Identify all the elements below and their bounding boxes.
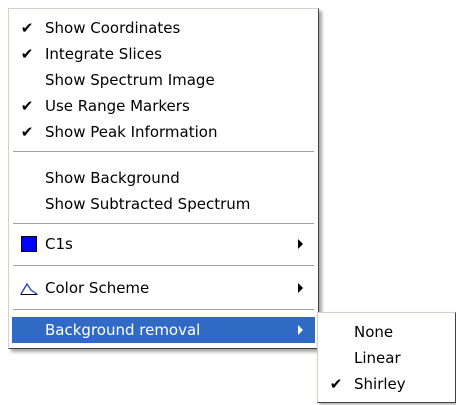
checkmark-icon: ✔ (20, 97, 34, 115)
menu-item-label: Show Coordinates (45, 19, 181, 37)
menu-item-label: Show Spectrum Image (45, 71, 215, 89)
submenu-item-label: Linear (354, 349, 401, 367)
menu-separator (13, 309, 314, 311)
submenu-item-label: Shirley (354, 375, 406, 393)
submenu-arrow-icon (298, 283, 303, 293)
submenu-arrow-icon (298, 239, 303, 249)
menu-item-color-scheme[interactable]: Color Scheme (12, 275, 315, 301)
menu-item-label: Show Background (45, 169, 180, 187)
checkmark-icon: ✔ (329, 375, 343, 393)
menu-item-label: Color Scheme (45, 279, 150, 297)
background-removal-submenu: None Linear ✔ Shirley (317, 312, 456, 403)
menu-item-use-range-markers[interactable]: ✔ Use Range Markers (12, 93, 315, 119)
menu-separator (13, 265, 314, 267)
context-menu: ✔ Show Coordinates ✔ Integrate Slices Sh… (8, 8, 319, 349)
color-swatch-icon (21, 236, 37, 252)
menu-item-label: Use Range Markers (45, 97, 190, 115)
menu-item-show-background[interactable]: Show Background (12, 165, 315, 191)
submenu-arrow-icon (298, 325, 303, 335)
submenu-item-label: None (354, 323, 394, 341)
menu-item-label: Background removal (45, 321, 201, 339)
menu-item-integrate-slices[interactable]: ✔ Integrate Slices (12, 41, 315, 67)
submenu-item-none[interactable]: None (321, 319, 452, 345)
menu-item-label: Integrate Slices (45, 45, 162, 63)
spectrum-peak-icon (20, 282, 38, 295)
menu-item-show-peak-information[interactable]: ✔ Show Peak Information (12, 119, 315, 145)
submenu-item-linear[interactable]: Linear (321, 345, 452, 371)
menu-item-label: Show Subtracted Spectrum (45, 195, 251, 213)
submenu-item-shirley[interactable]: ✔ Shirley (321, 371, 452, 397)
checkmark-icon: ✔ (20, 123, 34, 141)
menu-item-label: Show Peak Information (45, 123, 218, 141)
menu-item-show-subtracted-spectrum[interactable]: Show Subtracted Spectrum (12, 191, 315, 217)
menu-item-background-removal[interactable]: Background removal (12, 317, 315, 343)
checkmark-icon: ✔ (20, 19, 34, 37)
menu-item-c1s[interactable]: C1s (12, 231, 315, 257)
menu-item-label: C1s (45, 235, 73, 253)
menu-item-show-spectrum-image[interactable]: Show Spectrum Image (12, 67, 315, 93)
menu-separator (13, 223, 314, 225)
menu-separator (13, 151, 314, 153)
menu-item-show-coordinates[interactable]: ✔ Show Coordinates (12, 15, 315, 41)
checkmark-icon: ✔ (20, 45, 34, 63)
